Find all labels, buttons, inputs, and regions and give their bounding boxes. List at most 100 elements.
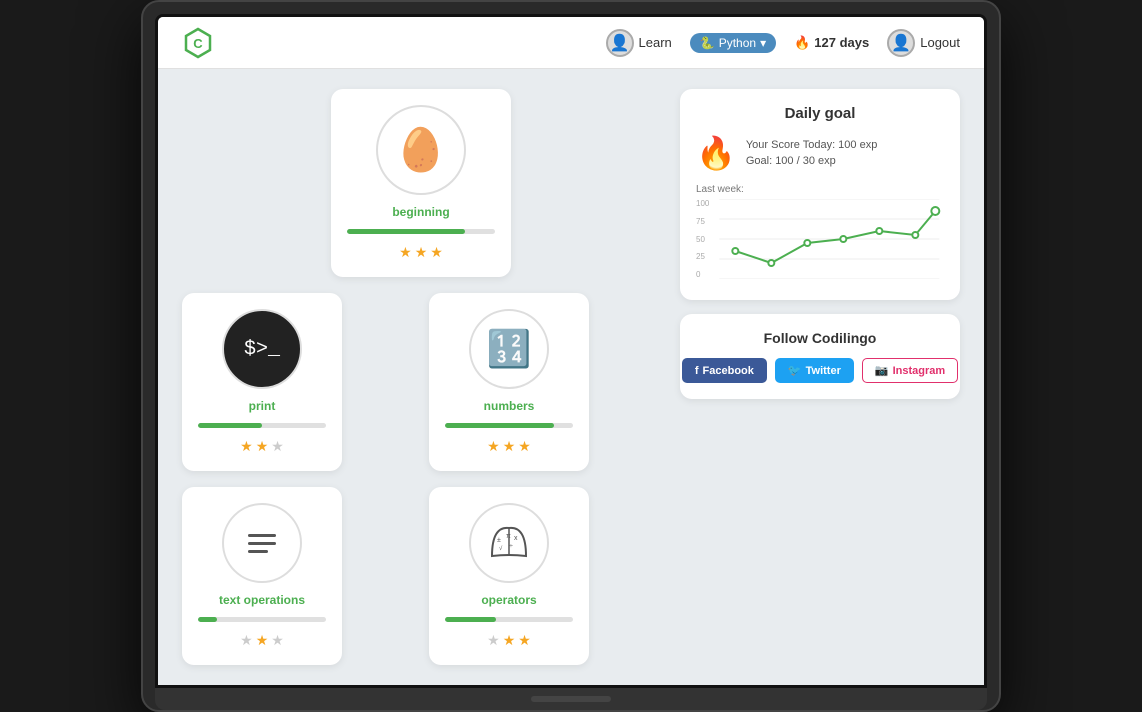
text-operations-progress-bar [198, 617, 326, 622]
goal-text-label: Goal: 100 / 30 exp [746, 153, 877, 170]
lessons-panel: 🥚 beginning ★ ★ ★ [182, 89, 660, 665]
text-operations-icon [222, 503, 302, 583]
main-content: 🥚 beginning ★ ★ ★ [158, 69, 984, 685]
numbers-title: numbers [484, 399, 535, 413]
score-text: Your Score Today: 100 exp [746, 137, 877, 154]
text-operations-stars: ★ ★ ★ [240, 632, 284, 649]
print-icon: $>_ [222, 309, 302, 389]
star-3: ★ [430, 244, 443, 261]
star-3: ★ [271, 438, 284, 455]
star-1: ★ [399, 244, 412, 261]
chart-svg: Sun Mon Tue Wed Thu Fri Sat [715, 199, 944, 279]
navbar-right: 👤 Learn 🐍 Python ▾ 🔥 127 days 👤 [606, 29, 960, 57]
streak-nav-item: 🔥 127 days [794, 35, 869, 51]
operators-progress-fill [445, 617, 496, 622]
beginning-progress-fill [347, 229, 465, 234]
svg-text:π: π [506, 533, 511, 540]
laptop-base-notch [531, 696, 611, 702]
streak-label: 127 days [814, 35, 869, 50]
numbers-stars: ★ ★ ★ [487, 438, 531, 455]
print-stars: ★ ★ ★ [240, 438, 284, 455]
y-0: 0 [696, 270, 709, 279]
python-label: Python [719, 36, 756, 50]
operators-icon: ± π x ÷ √ [469, 503, 549, 583]
twitter-button[interactable]: 🐦 Twitter [775, 358, 854, 383]
star-1: ★ [487, 632, 500, 649]
chart-area: Last week: 100 75 50 25 0 [696, 184, 944, 284]
app-logo[interactable]: C [182, 27, 214, 59]
operators-stars: ★ ★ ★ [487, 632, 531, 649]
facebook-button[interactable]: f Facebook [682, 358, 767, 383]
instagram-button[interactable]: 📷 Instagram [862, 358, 958, 383]
user-avatar: 👤 [606, 29, 634, 57]
svg-text:x: x [514, 535, 518, 542]
numbers-progress-fill [445, 423, 554, 428]
learn-nav-item[interactable]: 👤 Learn [606, 29, 672, 57]
star-2: ★ [503, 632, 516, 649]
logout-nav-item[interactable]: 👤 Logout [887, 29, 960, 57]
beginning-card-wrapper: 🥚 beginning ★ ★ ★ [182, 89, 660, 277]
chart-svg-container: Sun Mon Tue Wed Thu Fri Sat [715, 199, 944, 284]
lesson-card-numbers[interactable]: 🔢 numbers ★ ★ ★ [429, 293, 589, 471]
instagram-label: Instagram [893, 365, 946, 377]
twitter-label: Twitter [806, 365, 841, 377]
twitter-icon: 🐦 [788, 364, 802, 377]
logout-label: Logout [920, 35, 960, 50]
instagram-icon: 📷 [875, 364, 889, 377]
beginning-title: beginning [392, 205, 449, 219]
facebook-icon: f [695, 365, 699, 377]
star-2: ★ [415, 244, 428, 261]
laptop-frame: C 👤 Learn 🐍 Python ▾ 🔥 127 da [141, 0, 1001, 712]
star-1: ★ [240, 438, 253, 455]
right-panel: Daily goal 🔥 Your Score Today: 100 exp G… [680, 89, 960, 665]
y-25: 25 [696, 252, 709, 261]
beginning-progress-bar [347, 229, 495, 234]
print-progress-bar [198, 423, 326, 428]
text-operations-progress-fill [198, 617, 217, 622]
star-3: ★ [518, 438, 531, 455]
chevron-down-icon: ▾ [760, 36, 766, 50]
lesson-card-beginning[interactable]: 🥚 beginning ★ ★ ★ [331, 89, 511, 277]
lesson-card-text-operations[interactable]: text operations ★ ★ ★ [182, 487, 342, 665]
python-icon: 🐍 [700, 36, 715, 50]
python-nav-item[interactable]: 🐍 Python ▾ [690, 33, 776, 53]
navbar: C 👤 Learn 🐍 Python ▾ 🔥 127 da [158, 17, 984, 69]
operators-title: operators [481, 593, 536, 607]
star-2: ★ [503, 438, 516, 455]
star-2: ★ [256, 632, 269, 649]
learn-label: Learn [639, 35, 672, 50]
svg-text:±: ± [497, 537, 501, 544]
star-1: ★ [240, 632, 253, 649]
numbers-progress-bar [445, 423, 573, 428]
lesson-card-print[interactable]: $>_ print ★ ★ ★ [182, 293, 342, 471]
svg-text:√: √ [499, 545, 503, 552]
y-50: 50 [696, 235, 709, 244]
logout-avatar: 👤 [887, 29, 915, 57]
social-buttons: f Facebook 🐦 Twitter 📷 Instagram [696, 358, 944, 383]
laptop-screen: C 👤 Learn 🐍 Python ▾ 🔥 127 da [155, 14, 987, 688]
beginning-icon: 🥚 [376, 105, 466, 195]
y-100: 100 [696, 199, 709, 208]
svg-text:C: C [193, 36, 203, 51]
goal-header: 🔥 Your Score Today: 100 exp Goal: 100 / … [696, 134, 944, 172]
follow-title: Follow Codilingo [696, 330, 944, 346]
star-3: ★ [518, 632, 531, 649]
beginning-stars: ★ ★ ★ [399, 244, 443, 261]
star-1: ★ [487, 438, 500, 455]
goal-text: Your Score Today: 100 exp Goal: 100 / 30… [746, 137, 877, 170]
text-operations-title: text operations [219, 593, 305, 607]
fire-icon: 🔥 [696, 134, 736, 172]
star-3: ★ [271, 632, 284, 649]
y-75: 75 [696, 217, 709, 226]
operators-progress-bar [445, 617, 573, 622]
last-week-label: Last week: [696, 184, 944, 195]
chart-y-axis: 100 75 50 25 0 [696, 199, 711, 279]
laptop-base [155, 688, 987, 710]
svg-text:÷: ÷ [509, 543, 513, 550]
star-2: ★ [256, 438, 269, 455]
numbers-icon: 🔢 [469, 309, 549, 389]
daily-goal-title: Daily goal [696, 105, 944, 122]
follow-card: Follow Codilingo f Facebook 🐦 Twitter 📷 [680, 314, 960, 399]
lesson-card-operators[interactable]: ± π x ÷ √ operators ★ ★ ★ [429, 487, 589, 665]
facebook-label: Facebook [703, 365, 754, 377]
